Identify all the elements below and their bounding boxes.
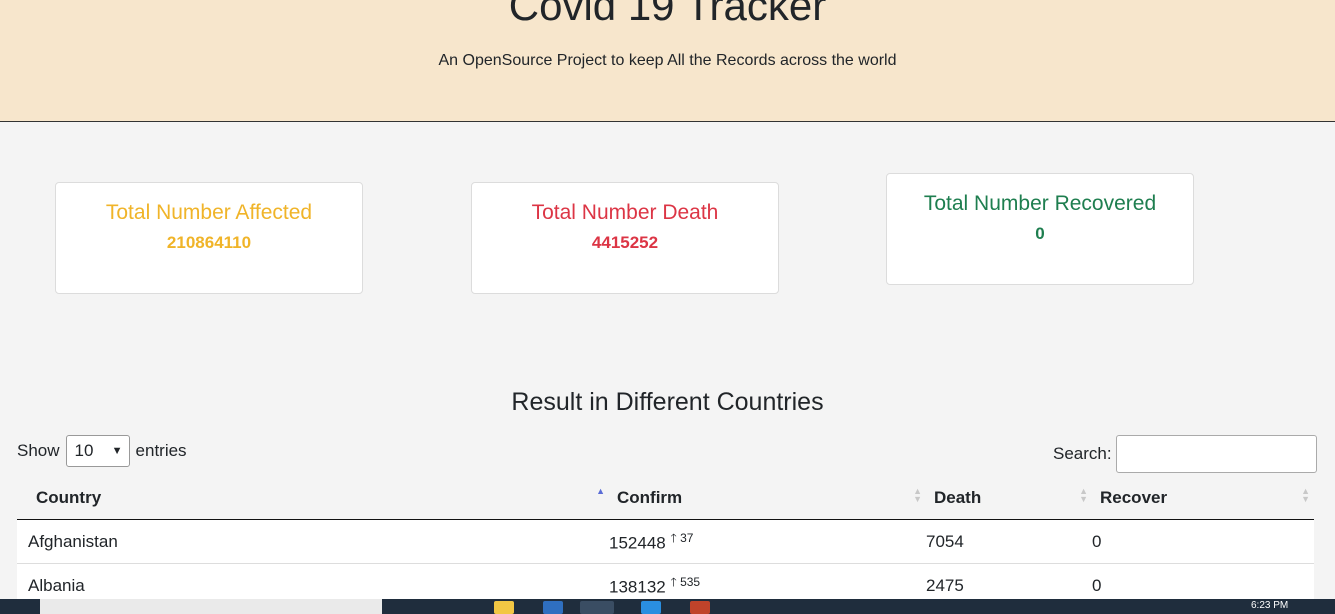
recovered-label: Total Number Recovered — [923, 192, 1157, 215]
page-title: Covid 19 Tracker — [508, 0, 827, 29]
entries-select-value: 10 — [74, 441, 94, 460]
affected-value: 210864110 — [166, 233, 252, 252]
os-taskbar: 6:23 PM — [0, 599, 1335, 614]
entries-length-control: Show 10 ▼ entries — [17, 435, 187, 467]
death-label: Total Number Death — [531, 201, 719, 224]
table-search: Search: — [1053, 435, 1317, 473]
taskbar-app-icon[interactable] — [543, 601, 563, 614]
page-header: Covid 19 Tracker An OpenSource Project t… — [0, 0, 1335, 122]
browser-icon[interactable] — [580, 601, 614, 614]
column-header-label: Confirm — [617, 488, 683, 507]
recovered-card: Total Number Recovered 0 — [886, 173, 1194, 285]
arrow-up-icon: 🡑 — [670, 531, 677, 546]
confirm-cell: 152448 🡑 37 — [609, 519, 926, 564]
entries-select[interactable]: 10 ▼ — [65, 435, 130, 467]
table-row: Afghanistan 152448 🡑 37 7054 0 — [17, 519, 1314, 564]
sort-icon: ▲ ▼ — [913, 486, 922, 504]
taskbar-search-box[interactable] — [40, 599, 382, 614]
column-header-death[interactable]: Death ▲ ▼ — [926, 477, 1092, 520]
section-title: Result in Different Countries — [511, 388, 824, 416]
column-header-label: Death — [934, 488, 982, 507]
search-label: Search: — [1053, 444, 1112, 463]
column-header-label: Recover — [1100, 488, 1168, 507]
confirm-value: 152448 — [609, 533, 666, 553]
sort-icon: ▲ ▼ — [1301, 486, 1310, 504]
column-header-confirm[interactable]: Confirm ▲ ▼ — [609, 477, 926, 520]
new-cases-value: 37 — [680, 531, 694, 546]
death-cell: 7054 — [926, 519, 1092, 564]
powerpoint-icon[interactable] — [690, 601, 710, 614]
entries-label: entries — [135, 441, 187, 460]
recovered-value: 0 — [1035, 224, 1045, 243]
search-input[interactable] — [1115, 435, 1317, 473]
file-explorer-icon[interactable] — [494, 601, 514, 614]
chevron-down-icon: ▼ — [111, 445, 123, 457]
vscode-icon[interactable] — [641, 601, 661, 614]
taskbar-clock: 6:23 PM — [1251, 600, 1289, 611]
new-cases: 🡑 535 — [670, 575, 700, 589]
recover-cell: 0 — [1092, 519, 1314, 564]
page-subtitle: An OpenSource Project to keep All the Re… — [438, 52, 897, 69]
column-header-country[interactable]: Country ▲ — [17, 477, 609, 520]
affected-label: Total Number Affected — [105, 201, 313, 224]
arrow-up-icon: 🡑 — [670, 575, 677, 590]
new-cases: 🡑 37 — [670, 531, 693, 545]
country-cell: Afghanistan — [17, 519, 609, 564]
death-value: 4415252 — [591, 233, 659, 252]
death-card: Total Number Death 4415252 — [471, 182, 779, 294]
confirm-value: 138132 — [609, 577, 666, 597]
show-label: Show — [17, 441, 60, 460]
affected-card: Total Number Affected 210864110 — [55, 182, 363, 294]
sort-icon: ▲ ▼ — [1079, 486, 1088, 504]
countries-table: Country ▲ Confirm ▲ ▼ Death ▲ ▼ Recover ▲ ▼… — [17, 477, 1314, 608]
column-header-label: Country — [36, 488, 102, 507]
sort-ascending-icon: ▲ — [596, 486, 605, 496]
new-cases-value: 535 — [680, 575, 701, 590]
column-header-recover[interactable]: Recover ▲ ▼ — [1092, 477, 1314, 520]
